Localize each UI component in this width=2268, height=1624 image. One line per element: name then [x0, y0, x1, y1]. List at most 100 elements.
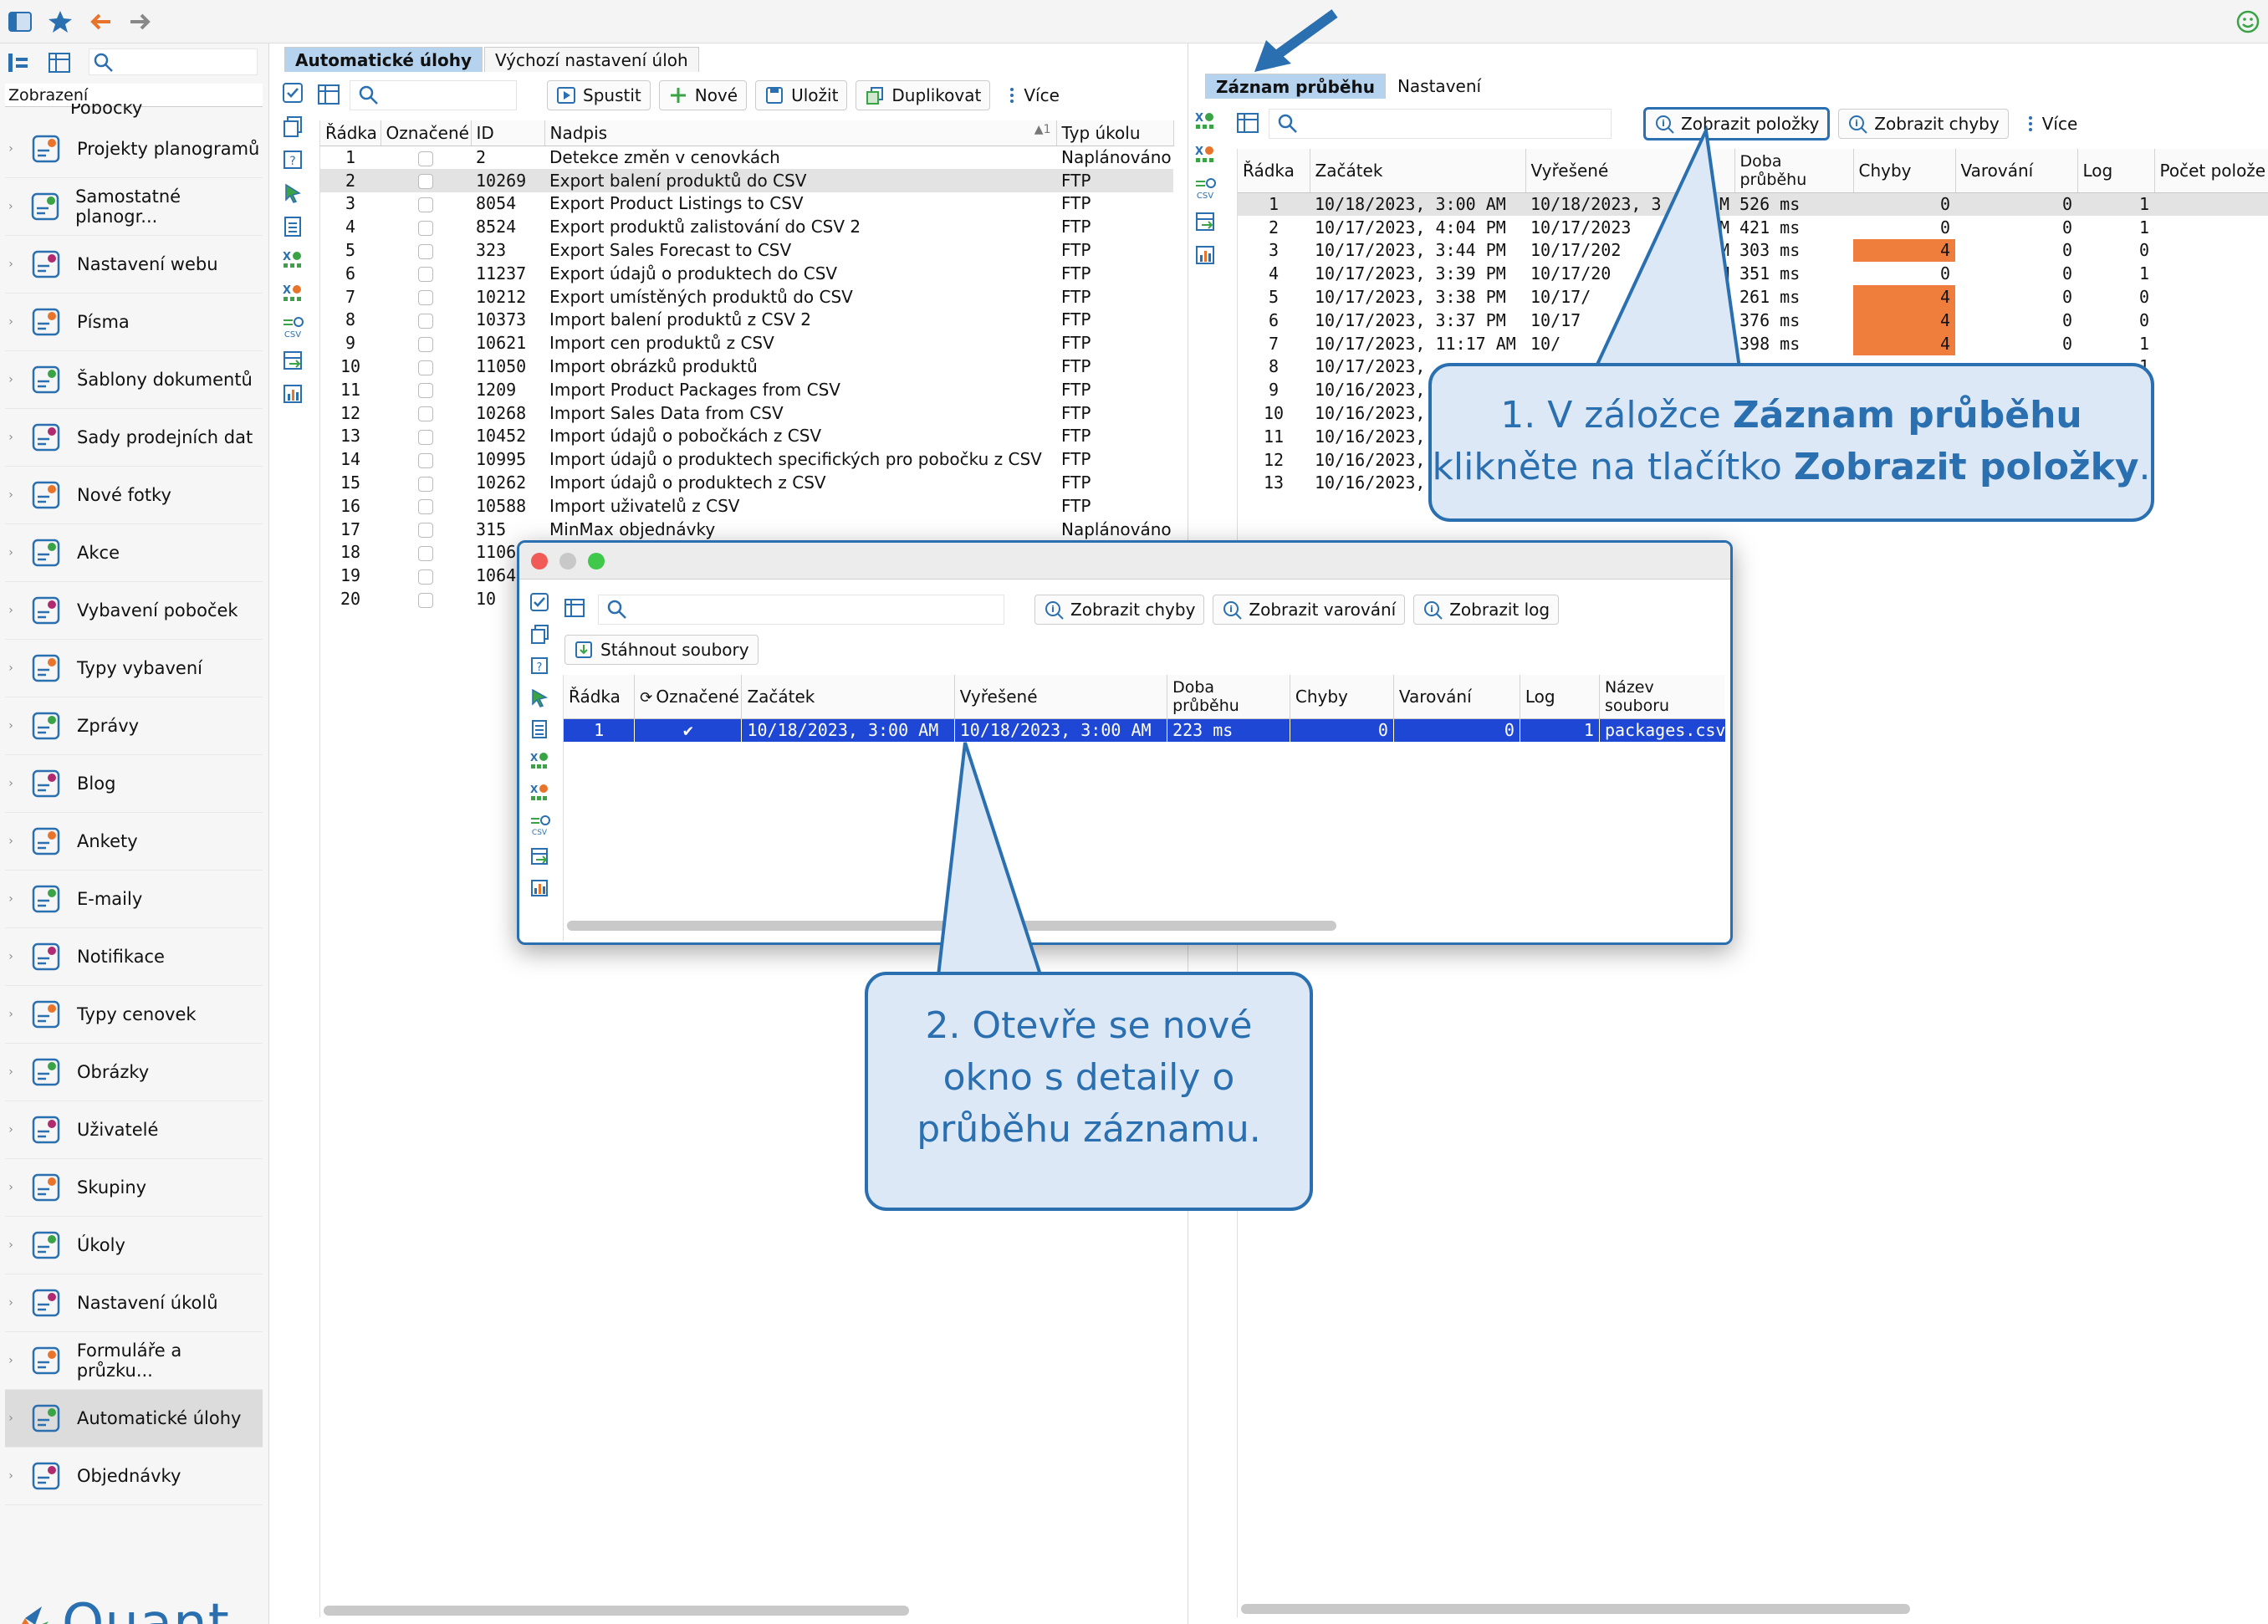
sidebar-item[interactable]: › Šablony dokumentů [5, 351, 263, 409]
sidebar-item[interactable]: › Samostatné planogr... [5, 178, 263, 236]
grid-settings-icon[interactable] [563, 596, 586, 620]
cursor-icon[interactable] [278, 179, 307, 207]
table-export-icon[interactable] [1191, 207, 1219, 236]
excel-import-icon[interactable]: X [1191, 107, 1219, 135]
table-row[interactable]: 8 10373 Import balení produktů z CSV 2 FTP [320, 309, 1173, 332]
sidebar-item[interactable]: › Uživatelé [5, 1101, 263, 1159]
checkmark-icon[interactable]: ✔ [683, 720, 693, 740]
popup-search-input[interactable] [598, 595, 1004, 625]
chevron-right-icon[interactable]: › [5, 835, 17, 848]
row-checkbox[interactable] [418, 452, 433, 468]
more-button[interactable]: Více [999, 80, 1068, 110]
cell-marked[interactable] [381, 355, 471, 378]
row-checkbox[interactable] [418, 592, 433, 608]
sidebar-item[interactable]: › Nastavení webu [5, 236, 263, 294]
sidebar-item[interactable]: › Notifikace [5, 928, 263, 986]
row-checkbox[interactable] [418, 383, 433, 399]
select-all-icon[interactable] [525, 588, 554, 616]
bar-chart-icon[interactable] [525, 874, 554, 902]
cell-marked[interactable] [381, 238, 471, 262]
sidebar-item[interactable]: › Typy cenovek [5, 986, 263, 1044]
cell-marked[interactable] [381, 471, 471, 494]
chevron-right-icon[interactable]: › [5, 546, 17, 559]
bar-chart-icon[interactable] [1191, 241, 1219, 269]
col-marked[interactable]: ⟳ Označené [634, 675, 743, 719]
chevron-right-icon[interactable]: › [5, 777, 17, 790]
csv-icon[interactable]: CSV [1191, 174, 1219, 202]
excel-export-icon[interactable]: X [1191, 140, 1219, 169]
tab-default-task-settings[interactable]: Výchozí nastavení úloh [484, 47, 699, 72]
table-view-icon[interactable] [47, 50, 72, 75]
chevron-right-icon[interactable]: › [5, 1238, 17, 1252]
sidebar-search-input[interactable] [89, 49, 258, 75]
col-errors[interactable]: Chyby [1290, 675, 1394, 719]
cell-marked[interactable] [381, 564, 471, 587]
chevron-right-icon[interactable]: › [5, 950, 17, 963]
sidebar-item[interactable]: › Nastavení úkolů [5, 1274, 263, 1332]
chevron-right-icon[interactable]: › [5, 1412, 17, 1425]
cell-marked[interactable] [381, 285, 471, 309]
cell-marked[interactable] [381, 425, 471, 448]
smiley-icon[interactable] [2235, 8, 2261, 35]
sidebar-item[interactable]: › Ankety [5, 813, 263, 871]
chevron-right-icon[interactable]: › [5, 719, 17, 733]
col-row[interactable]: Řádka [1238, 149, 1310, 193]
chevron-right-icon[interactable]: › [5, 604, 17, 617]
cell-marked[interactable] [381, 518, 471, 541]
col-warnings[interactable]: Varování [1393, 675, 1520, 719]
row-checkbox[interactable] [418, 290, 433, 306]
table-export-icon[interactable] [525, 842, 554, 871]
minimize-window-icon[interactable] [559, 553, 576, 569]
cell-marked[interactable] [381, 192, 471, 216]
row-checkbox[interactable] [418, 476, 433, 492]
star-icon[interactable] [47, 8, 74, 35]
chevron-right-icon[interactable]: › [5, 892, 17, 906]
col-resolved[interactable]: Vyřešené [954, 675, 1168, 719]
col-log[interactable]: Log [1520, 675, 1600, 719]
sidebar-item[interactable]: › Akce [5, 524, 263, 582]
chevron-right-icon[interactable]: › [5, 315, 17, 329]
chevron-right-icon[interactable]: › [5, 431, 17, 444]
table-row[interactable]: 11 1209 Import Product Packages from CSV FT… [320, 378, 1173, 401]
sidebar-item[interactable]: › Písma [5, 294, 263, 351]
table-row[interactable]: 6 11237 Export údajů o produktech do CSV FT… [320, 262, 1173, 285]
col-item-count[interactable]: Počet polože [2154, 149, 2268, 193]
row-checkbox[interactable] [418, 360, 433, 375]
chevron-right-icon[interactable]: › [5, 1065, 17, 1079]
row-checkbox[interactable] [418, 429, 433, 445]
cell-marked[interactable] [381, 215, 471, 238]
sidebar-item-partial[interactable]: Pobočky [70, 104, 142, 119]
col-row[interactable]: Řádka [564, 675, 636, 719]
popup-show-log-button[interactable]: i Zobrazit log [1413, 595, 1560, 625]
sidebar-item[interactable]: › Sady prodejních dat [5, 409, 263, 467]
chevron-right-icon[interactable]: › [5, 1181, 17, 1194]
new-button[interactable]: Nové [658, 80, 748, 110]
col-start[interactable]: Začátek [741, 675, 955, 719]
row-checkbox[interactable] [418, 174, 433, 190]
maximize-window-icon[interactable] [588, 553, 605, 569]
bar-chart-icon[interactable] [278, 380, 307, 408]
row-checkbox[interactable] [418, 406, 433, 422]
sidebar-item[interactable]: › Automatické úlohy [5, 1390, 263, 1448]
table-row[interactable]: 7 10212 Export umístěných produktů do CSV F… [320, 285, 1173, 309]
save-button[interactable]: Uložit [755, 80, 848, 110]
sidebar-item[interactable]: › Projekty planogramů [5, 120, 263, 178]
tasks-hscrollbar[interactable] [324, 1606, 909, 1616]
col-warnings[interactable]: Varování [1955, 149, 2078, 193]
chevron-right-icon[interactable]: › [5, 1296, 17, 1310]
col-row[interactable]: Řádka [320, 120, 381, 146]
tab-settings[interactable]: Nastavení [1387, 74, 1491, 99]
cell-marked[interactable] [381, 587, 471, 610]
sidebar-item[interactable]: › Obrázky [5, 1044, 263, 1101]
col-errors[interactable]: Chyby [1853, 149, 1956, 193]
sidebar-item[interactable]: › Formuláře a průzku... [5, 1332, 263, 1390]
chevron-right-icon[interactable]: › [5, 661, 17, 675]
sidebar-item[interactable]: › Objednávky [5, 1448, 263, 1505]
cell-marked[interactable] [381, 331, 471, 355]
table-row[interactable]: 9 10621 Import cen produktů z CSV FTP [320, 331, 1173, 355]
cell-marked[interactable] [381, 146, 471, 169]
table-export-icon[interactable] [278, 346, 307, 375]
popup-show-errors-button[interactable]: i Zobrazit chyby [1034, 595, 1205, 625]
table-row[interactable]: 14 10995 Import údajů o produktech specifi… [320, 447, 1173, 471]
col-title[interactable]: Nadpis ▲1 [544, 120, 1057, 146]
